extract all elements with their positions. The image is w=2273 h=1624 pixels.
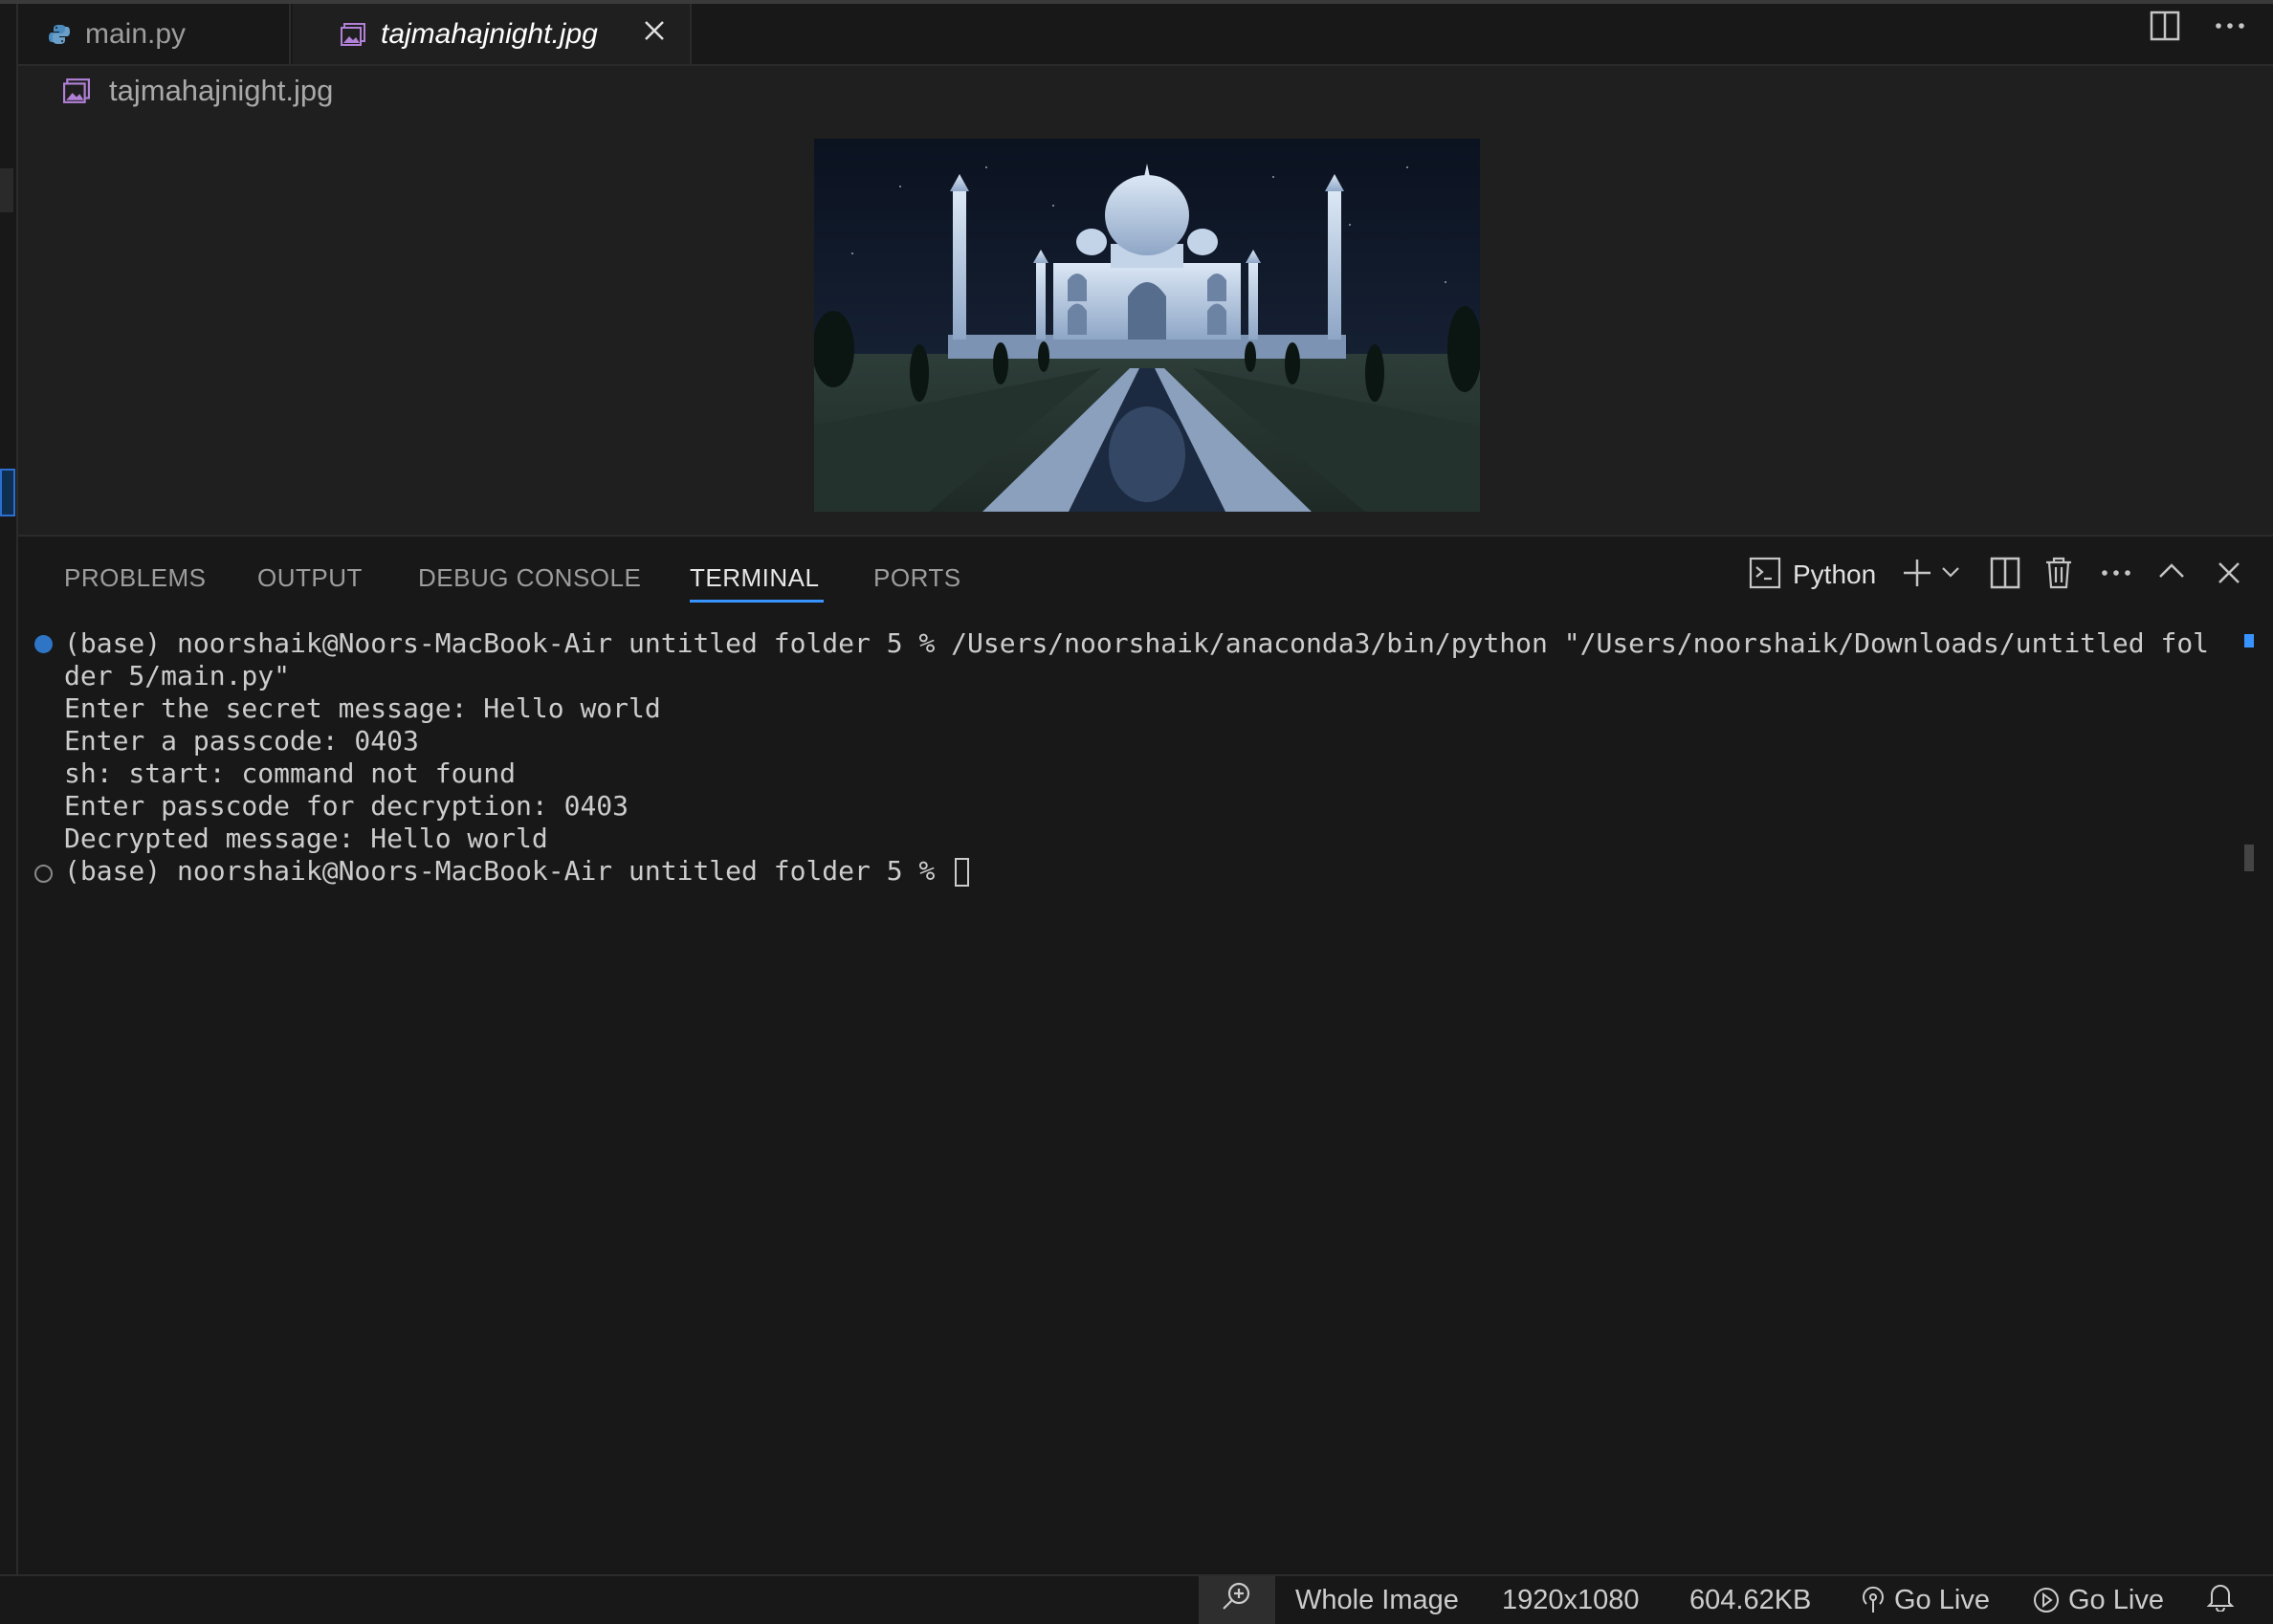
python-icon <box>49 24 70 45</box>
terminal-line: der 5/main.py" <box>64 660 291 691</box>
split-editor-icon[interactable] <box>2149 10 2181 47</box>
chevron-down-icon[interactable] <box>1940 561 1961 587</box>
image-dimensions: 1920x1080 <box>1502 1584 1640 1615</box>
bottom-panel: PROBLEMS OUTPUT DEBUG CONSOLE TERMINAL P… <box>18 535 2273 1576</box>
broadcast-icon <box>1860 1586 1887 1614</box>
terminal-line: (base) noorshaik@Noors-MacBook-Air untit… <box>64 627 2210 659</box>
go-live-button[interactable]: Go Live <box>1860 1576 1990 1624</box>
split-terminal-icon[interactable] <box>1989 556 2021 595</box>
scrollbar-thumb[interactable] <box>2244 845 2254 871</box>
sidebar-active-indicator <box>0 469 15 516</box>
tab-terminal[interactable]: TERMINAL <box>690 563 819 593</box>
bell-icon <box>2206 1581 2235 1619</box>
more-actions-icon[interactable] <box>2214 10 2246 47</box>
tab-output[interactable]: OUTPUT <box>257 563 363 593</box>
close-panel-icon[interactable] <box>2214 556 2244 595</box>
editor-tab-bar: main.py tajmahajnight.jpg <box>18 4 2273 66</box>
taj-mahal-night-image <box>814 139 1480 512</box>
notifications-button[interactable] <box>2206 1576 2235 1624</box>
scrollbar-marker <box>2244 634 2254 647</box>
terminal-icon <box>1749 556 1781 595</box>
go-live-button[interactable]: Go Live <box>2032 1576 2164 1624</box>
maximize-panel-icon[interactable] <box>2156 556 2187 595</box>
tab-ports[interactable]: PORTS <box>873 563 961 593</box>
breadcrumb-label: tajmahajnight.jpg <box>109 74 334 107</box>
zoom-in-icon <box>1221 1580 1253 1620</box>
terminal-prompt-line: (base) noorshaik@Noors-MacBook-Air untit… <box>64 855 970 888</box>
close-icon[interactable] <box>640 16 669 53</box>
terminal-shell-label[interactable]: Python <box>1793 560 1876 590</box>
command-pending-decoration[interactable] <box>34 865 53 883</box>
go-live-label: Go Live <box>1894 1584 1990 1615</box>
tab-tajmahajnight-jpg[interactable]: tajmahajnight.jpg <box>293 4 692 64</box>
go-live-label: Go Live <box>2068 1584 2164 1615</box>
image-file-icon <box>341 22 365 46</box>
image-editor: tajmahajnight.jpg <box>18 66 2273 535</box>
terminal-prompt: (base) noorshaik@Noors-MacBook-Air untit… <box>64 855 952 887</box>
more-actions-icon[interactable] <box>2099 556 2133 595</box>
tab-problems[interactable]: PROBLEMS <box>64 563 207 593</box>
file-size: 604.62KB <box>1689 1584 1812 1615</box>
terminal-line: sh: start: command not found <box>64 757 517 789</box>
image-preview[interactable] <box>814 139 1480 512</box>
tab-main-py[interactable]: main.py <box>18 4 291 64</box>
status-bar: Whole Image 1920x1080 604.62KB Go Live G… <box>0 1574 2273 1624</box>
command-success-decoration[interactable] <box>34 635 53 653</box>
tab-label: main.py <box>85 17 187 50</box>
tab-debug-console[interactable]: DEBUG CONSOLE <box>418 563 641 593</box>
tab-label: tajmahajnight.jpg <box>381 17 598 50</box>
terminal-line: Decrypted message: Hello world <box>64 823 548 854</box>
breadcrumb[interactable]: tajmahajnight.jpg <box>63 74 333 108</box>
zoom-level[interactable]: Whole Image <box>1295 1576 1459 1624</box>
sidebar-collapse-handle[interactable] <box>0 168 13 212</box>
trash-icon[interactable] <box>2043 556 2074 595</box>
new-terminal-icon[interactable] <box>1900 556 1934 595</box>
terminal-line: Enter passcode for decryption: 0403 <box>64 790 629 822</box>
activity-bar-edge <box>0 4 18 1574</box>
terminal-line: Enter the secret message: Hello world <box>64 692 661 724</box>
image-file-icon <box>63 78 90 103</box>
zoom-button[interactable] <box>1199 1576 1275 1624</box>
terminal-cursor <box>955 858 970 887</box>
active-tab-indicator <box>690 600 824 603</box>
terminal-line: Enter a passcode: 0403 <box>64 725 419 757</box>
play-circle-icon <box>2032 1586 2061 1614</box>
